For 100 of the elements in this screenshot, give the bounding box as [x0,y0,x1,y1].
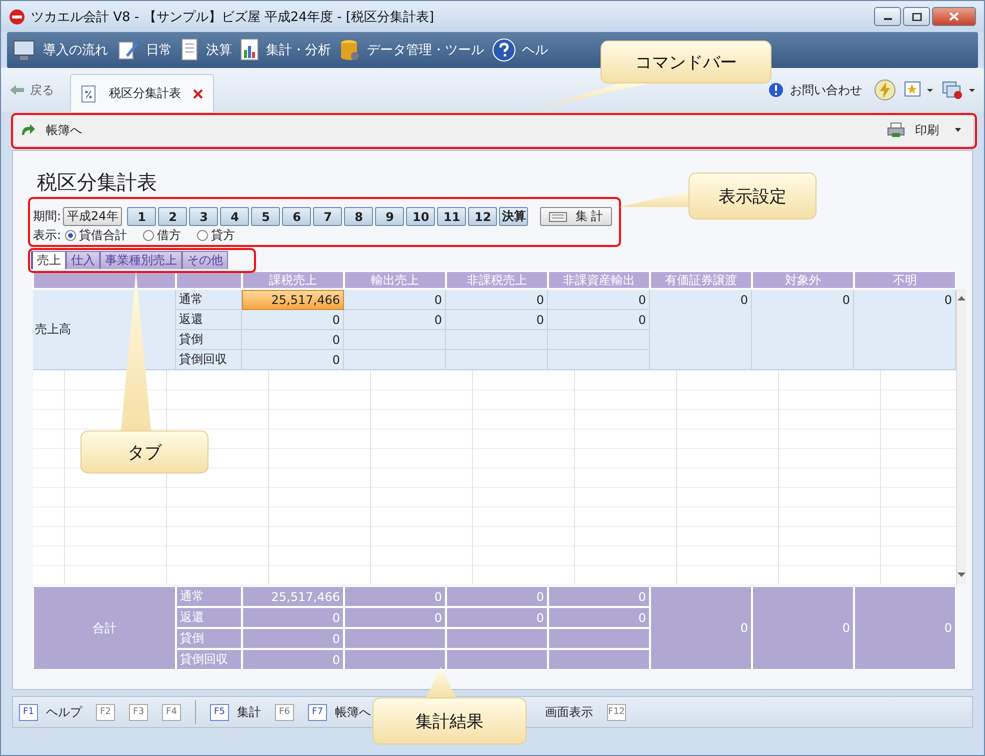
close-icon[interactable] [193,88,203,98]
menu-item[interactable]: ヘル [492,38,548,62]
tab[interactable]: 事業種別売上 [100,251,182,269]
table-cell[interactable]: 25,517,466 [242,290,344,310]
total-cell: 0 [242,607,344,628]
print-button[interactable]: 印刷 [887,122,965,138]
total-cell: 0 [854,586,956,670]
function-key-button[interactable]: F6 [275,704,294,720]
tab[interactable]: 仕入 [66,251,100,269]
total-cell: 0 [446,586,548,607]
function-key-button[interactable]: F2 [96,704,115,720]
callout-label: タブ [128,443,162,463]
page-title: 税区分集計表 [36,169,157,196]
total-cell: 0 [548,607,650,628]
month-button[interactable]: 5 [251,207,280,226]
table-cell[interactable]: 0 [446,290,548,310]
empty-cell[interactable] [446,330,548,350]
total-cell: 25,517,466 [242,586,344,607]
month-button[interactable]: 8 [344,207,374,226]
row-label: 通常 [176,586,242,607]
table-cell[interactable]: 0 [446,310,548,330]
empty-cell[interactable] [344,330,446,350]
close-button[interactable] [932,7,976,26]
month-button[interactable]: 4 [220,207,250,226]
empty-cell[interactable] [548,330,650,350]
table-cell[interactable]: 0 [548,310,650,330]
row-label: 貸倒 [176,628,242,649]
database-icon [339,38,361,62]
month-button[interactable]: 2 [158,207,188,226]
tab-label: 税区分集計表 [109,85,181,102]
radio-button[interactable] [197,230,208,241]
month-button[interactable]: 9 [375,207,404,226]
column-header: 非課税売上 [446,271,548,289]
table-cell[interactable]: 0 [242,330,344,350]
month-button[interactable]: 3 [189,207,218,226]
window-title: ツカエル会計 V8 - 【サンプル】ビズ屋 平成24年度 - [税区分集計表] [31,8,434,26]
scrollbar[interactable] [956,289,966,584]
month-button[interactable]: 12 [468,207,498,226]
radio-option[interactable]: 貸方 [197,227,236,244]
radio-button[interactable] [65,230,76,241]
app-logo-icon [9,8,25,24]
windows-close-icon[interactable] [942,80,976,100]
menu-item[interactable]: データ管理・ツール [339,38,484,62]
row-label: 貸倒 [176,330,242,350]
table-cell[interactable]: 0 [344,310,446,330]
table-cell[interactable]: 0 [344,290,446,310]
year-button[interactable]: 平成24年 [63,207,122,226]
tab[interactable]: 売上 [31,251,66,269]
minimize-button[interactable] [874,7,901,26]
lightning-icon[interactable] [874,79,896,101]
function-key-button[interactable]: F12 [607,704,626,720]
radio-option[interactable]: 借方 [143,227,182,244]
menu-item[interactable]: 決算 [180,38,232,62]
scroll-up-icon[interactable] [957,295,966,301]
month-button[interactable]: 決算 [499,207,528,226]
function-key-button[interactable]: F1 ヘルプ [19,704,82,720]
scroll-down-icon[interactable] [957,572,966,578]
tab[interactable]: その他 [182,251,228,269]
chart-icon [240,38,260,62]
back-arrow-icon [9,84,25,96]
calculator-icon [549,212,568,222]
contact-button[interactable]: お問い合わせ [768,82,862,98]
maximize-button[interactable] [903,7,930,26]
menu-item[interactable]: 集計・分析 [240,38,331,62]
callout-label: 集計結果 [416,712,484,732]
month-button[interactable]: 11 [437,207,466,226]
ledger-button[interactable]: 帳簿へ [20,122,82,138]
function-key-button[interactable]: F4 [162,704,181,720]
function-key-button[interactable]: F7 帳簿へ [308,704,371,720]
function-key-button[interactable]: F3 [129,704,148,720]
radio-option[interactable]: 貸借合計 [65,227,128,244]
month-button[interactable]: 10 [406,207,436,226]
row-label: 返還 [176,310,242,330]
radio-button[interactable] [143,230,154,241]
column-header: 不明 [854,271,956,289]
month-button[interactable]: 7 [313,207,342,226]
month-button[interactable]: 6 [282,207,312,226]
row-group-label: 合計 [33,586,176,670]
total-cell: 0 [752,586,854,670]
column-header: 非課資産輸出 [548,271,650,289]
close-icon [949,12,959,21]
total-cell: 0 [548,586,650,607]
help-icon [492,38,516,62]
aggregate-button[interactable]: 集 計 [540,207,612,226]
table-cell[interactable]: 0 [242,310,344,330]
curved-arrow-icon [20,123,36,137]
month-button[interactable]: 1 [127,207,156,226]
function-key-button[interactable]: F5 集計 [210,704,261,720]
total-cell: 0 [344,607,446,628]
menu-item[interactable]: 日常 [116,39,172,61]
document-tab[interactable]: 税区分集計表 [70,74,214,112]
menu-item[interactable]: 導入の流れ [13,39,108,61]
column-header: 課税売上 [242,271,344,289]
back-button[interactable]: 戻る [9,82,54,98]
table-cell[interactable]: 0 [548,290,650,310]
info-icon [768,82,784,98]
function-key-button[interactable]: 画面表示 [545,704,593,720]
callout-label: 表示設定 [718,187,786,207]
column-header: 輸出売上 [344,271,446,289]
document-icon [180,38,200,62]
